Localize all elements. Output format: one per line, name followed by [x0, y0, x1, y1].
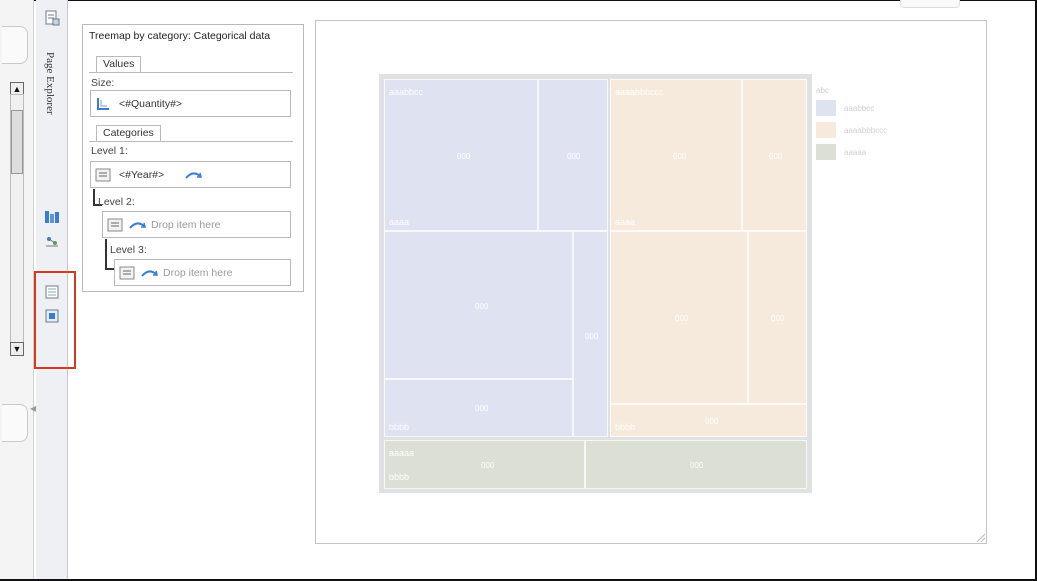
level2-placeholder: Drop item here: [151, 219, 221, 231]
treemap-drop-zone-panel: Treemap by category: Categorical data Va…: [82, 24, 304, 292]
treemap-group-footer: bbbb: [389, 472, 410, 482]
treemap-cell-value: 000: [673, 152, 687, 161]
treemap-cell-value: 000: [567, 152, 581, 161]
collapsed-pane-tab-lower[interactable]: [2, 404, 28, 442]
highlight-annotation: [34, 271, 76, 369]
treemap-chart[interactable]: aaabbcc 000 aaaa 000 000 000 000 bbbb aa…: [379, 74, 812, 493]
collapsed-pane-tab[interactable]: [2, 26, 28, 64]
treemap-cell-value: 000: [769, 152, 783, 161]
treemap-cell[interactable]: 000: [610, 231, 748, 404]
treemap-cell-value: 000: [585, 332, 599, 341]
treemap-cell[interactable]: 000: [748, 231, 807, 404]
level2-label: Level 2:: [98, 196, 135, 208]
divider: [89, 141, 293, 142]
treemap-cell-value: 000: [771, 314, 785, 323]
treemap-group-label: aaabbcc: [389, 87, 424, 97]
treemap-cell[interactable]: 000: [538, 79, 608, 231]
legend-label: aaabbcc: [844, 104, 875, 113]
nest-arrow-icon: [129, 222, 146, 229]
treemap-cell-value: 000: [481, 461, 495, 470]
list-icon: [95, 168, 111, 182]
resize-grip-icon[interactable]: [975, 532, 985, 542]
size-label: Size:: [91, 77, 115, 89]
treemap-cell-value: 000: [457, 152, 471, 161]
insertable-objects-icon[interactable]: [44, 209, 60, 225]
treemap-group-footer: aaaa: [615, 217, 636, 227]
categories-group-tab: Categories: [96, 125, 161, 141]
nest-arrow-icon: [141, 270, 158, 277]
treemap-cell-value: 000: [675, 314, 689, 323]
treemap-cell-value: 000: [705, 417, 719, 426]
page-explorer-tab[interactable]: Page Explorer: [44, 52, 56, 115]
treemap-cell[interactable]: aaabbcc 000 aaaa: [384, 79, 538, 231]
treemap-group-label: aaaaa: [389, 448, 415, 458]
scroll-down-arrow-icon[interactable]: ▼: [10, 342, 24, 356]
treemap-cell[interactable]: 000: [384, 231, 573, 379]
treemap-cell-value: 000: [475, 404, 489, 413]
treemap-cell[interactable]: 000: [573, 231, 608, 437]
treemap-legend: abc aaabbcc aaaabbbccc aaaaa: [816, 86, 926, 166]
legend-title: abc: [816, 86, 829, 95]
list-icon: [107, 218, 123, 232]
legend-swatch: [816, 122, 836, 138]
legend-swatch: [816, 100, 836, 116]
size-drop-zone[interactable]: <#Quantity#>: [90, 90, 291, 117]
scrollbar-thumb[interactable]: [11, 110, 23, 174]
treemap-cell-value: 000: [690, 461, 704, 470]
treemap-cell[interactable]: aaaabbbccc 000 aaaa: [610, 79, 742, 231]
panel-title: Treemap by category: Categorical data: [89, 30, 271, 42]
page-explorer-icon[interactable]: [44, 10, 60, 26]
values-group-tab: Values: [96, 56, 142, 72]
left-collapsed-pane: ▲ ▼ ◀: [0, 0, 36, 579]
treemap-group-footer: aaaa: [389, 217, 410, 227]
level1-drop-zone[interactable]: <#Year#>: [90, 161, 291, 188]
treemap-cell-value: 000: [475, 302, 489, 311]
divider: [89, 72, 293, 73]
treemap-cell[interactable]: 000 bbbb: [610, 404, 807, 437]
list-icon: [119, 266, 135, 280]
canvas-top-handle[interactable]: [900, 0, 960, 8]
treemap-cell[interactable]: 000 bbbb: [384, 379, 573, 437]
level1-value: <#Year#>: [119, 169, 165, 181]
level3-label: Level 3:: [110, 244, 147, 256]
treemap-group-footer: bbbb: [615, 422, 636, 432]
level2-drop-zone[interactable]: Drop item here: [102, 211, 291, 238]
level3-placeholder: Drop item here: [163, 267, 233, 279]
measure-icon: [97, 98, 109, 110]
level1-label: Level 1:: [91, 145, 128, 157]
treemap-group-label: aaaabbbccc: [615, 87, 664, 97]
treemap-cell[interactable]: 000: [585, 440, 807, 489]
legend-swatch: [816, 144, 836, 160]
legend-label: aaaaa: [844, 148, 867, 157]
data-items-icon[interactable]: [44, 234, 60, 250]
treemap-cell[interactable]: 000: [742, 79, 807, 231]
size-value: <#Quantity#>: [119, 98, 183, 110]
treemap-group-footer: bbbb: [389, 422, 410, 432]
level3-drop-zone[interactable]: Drop item here: [114, 259, 291, 286]
treemap-cell[interactable]: aaaaa 000 bbbb: [384, 440, 585, 489]
legend-label: aaaabbbccc: [844, 126, 888, 135]
nest-arrow-icon: [185, 172, 202, 179]
